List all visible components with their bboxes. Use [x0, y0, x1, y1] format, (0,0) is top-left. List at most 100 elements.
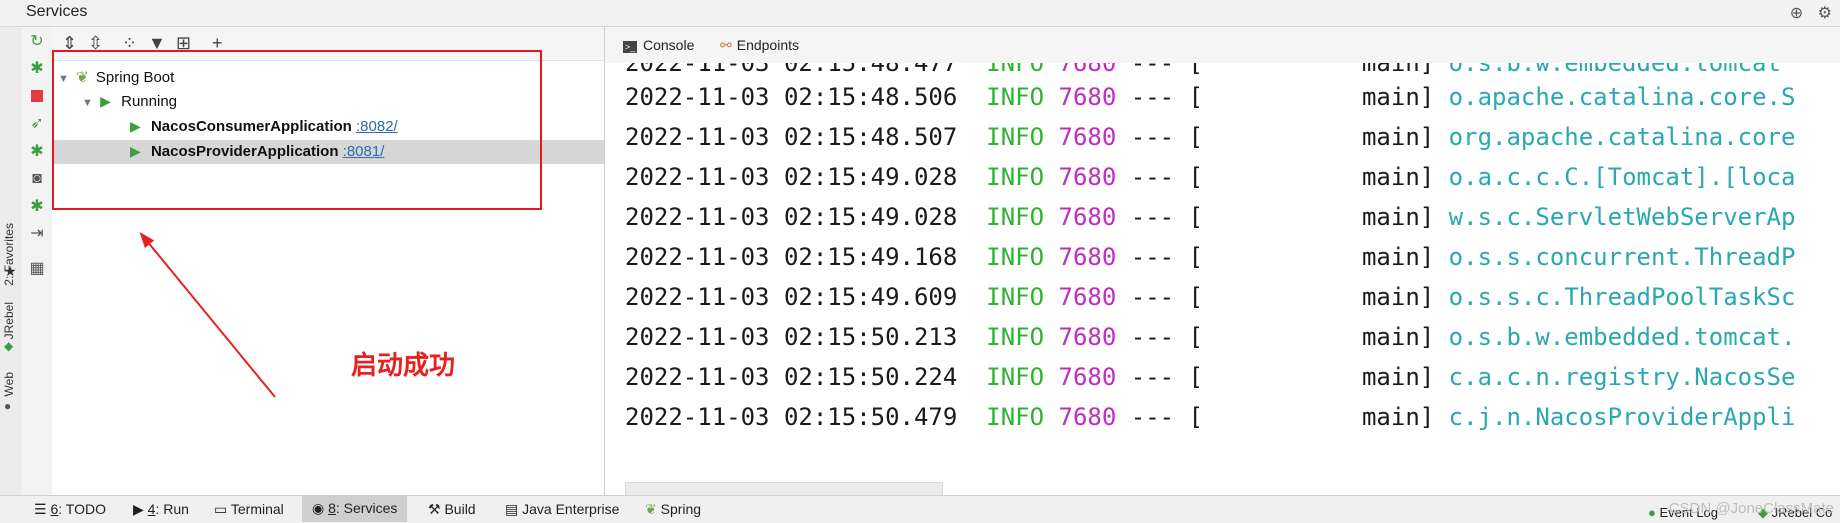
- console-output[interactable]: 2022-11-03 02:15:48.477 INFO 7680 --- [ …: [605, 63, 1840, 495]
- log-line-partial: 2022-11-03 02:15:48.477 INFO 7680 --- [ …: [625, 63, 1781, 77]
- log-bracket: [: [1188, 323, 1204, 351]
- tab-build[interactable]: ⚒ Build: [428, 501, 476, 518]
- log-pid: 7680: [1058, 323, 1117, 351]
- log-thread: main]: [1361, 403, 1435, 431]
- endpoints-icon: ⚯: [720, 37, 732, 53]
- log-line: 2022-11-03 02:15:50.479 INFO 7680 --- [ …: [625, 403, 1795, 431]
- log-logger: o.s.b.w.embedded.tomcat.: [1448, 323, 1796, 351]
- log-thread: main]: [1361, 363, 1435, 391]
- log-separator: ---: [1130, 243, 1175, 271]
- log-logger: o.apache.catalina.core.S: [1448, 83, 1796, 111]
- hammer-icon: ⚒: [428, 501, 445, 517]
- tab-label: Java Enterprise: [522, 501, 620, 517]
- tab-console[interactable]: >_ Console: [623, 37, 694, 53]
- run-icon: ▶: [133, 501, 148, 517]
- gear-icon[interactable]: ⚙: [1818, 5, 1832, 22]
- log-level: INFO: [986, 203, 1045, 231]
- camera-icon[interactable]: ◙: [28, 170, 46, 188]
- log-logger: org.apache.catalina.core: [1448, 123, 1796, 151]
- log-bracket: [: [1188, 363, 1204, 391]
- tab-label: Endpoints: [736, 37, 800, 53]
- log-bracket: [: [1188, 203, 1204, 231]
- log-level: INFO: [986, 163, 1045, 191]
- tab-label: Spring: [660, 501, 702, 517]
- tab-terminal[interactable]: ▭ Terminal: [214, 501, 284, 518]
- annotation-highlight-box: [52, 50, 542, 210]
- log-thread: main]: [1361, 83, 1435, 111]
- globe-icon[interactable]: ⊕: [1790, 5, 1803, 22]
- event-log-icon: ●: [1648, 505, 1660, 520]
- services-actions: ↻ ✱ ➶ ✱ ◙ ✱ ⇥ ▦: [22, 27, 53, 495]
- log-bracket: [: [1188, 163, 1204, 191]
- console-tab-bar: >_ Console ⚯ Endpoints: [605, 27, 1840, 64]
- log-pid: 7680: [1058, 403, 1117, 431]
- log-level: INFO: [986, 123, 1045, 151]
- tab-todo[interactable]: ☰ 6: TODO: [34, 501, 106, 518]
- log-logger: o.s.s.concurrent.ThreadP: [1448, 243, 1796, 271]
- log-level: INFO: [986, 83, 1045, 111]
- annotation-text: 启动成功: [351, 350, 456, 380]
- log-timestamp: 2022-11-03 02:15:50.224: [625, 363, 958, 391]
- java-enterprise-icon: ▤: [505, 501, 523, 517]
- log-line: 2022-11-03 02:15:50.213 INFO 7680 --- [ …: [625, 323, 1795, 351]
- layout-icon[interactable]: ▦: [28, 260, 46, 278]
- jrebel-icon: ◆: [4, 339, 14, 353]
- rerun-icon[interactable]: ↻: [28, 33, 46, 51]
- tab-endpoints[interactable]: ⚯ Endpoints: [720, 37, 799, 54]
- log-thread: main]: [1361, 203, 1435, 231]
- services-icon: ◉: [312, 500, 329, 516]
- log-logger: o.s.s.c.ThreadPoolTaskSc: [1448, 283, 1796, 311]
- tab-number: 8: [328, 500, 336, 516]
- log-timestamp: 2022-11-03 02:15:50.479: [625, 403, 958, 431]
- tab-services[interactable]: ◉ 8: Services: [302, 495, 408, 522]
- log-thread: main]: [1361, 123, 1435, 151]
- log-separator: ---: [1130, 83, 1175, 111]
- star-icon: ★: [4, 263, 17, 279]
- log-thread: main]: [1361, 323, 1435, 351]
- log-level: INFO: [986, 403, 1045, 431]
- log-line: 2022-11-03 02:15:50.224 INFO 7680 --- [ …: [625, 363, 1795, 391]
- attach-icon[interactable]: ✱: [28, 198, 46, 216]
- log-separator: ---: [1130, 123, 1175, 151]
- log-level: INFO: [986, 243, 1045, 271]
- log-bracket: [: [1188, 83, 1204, 111]
- left-tool-stripe: 2: Favorites ★ JRebel ◆ Web ●: [0, 27, 23, 495]
- log-separator: ---: [1130, 363, 1175, 391]
- log-level: INFO: [986, 283, 1045, 311]
- log-timestamp: 2022-11-03 02:15:50.213: [625, 323, 958, 351]
- debug-config-icon[interactable]: ✱: [28, 143, 46, 161]
- login-icon[interactable]: ⇥: [28, 225, 46, 243]
- jrebel-tab[interactable]: JRebel: [2, 302, 16, 339]
- web-tab[interactable]: Web: [2, 372, 16, 396]
- log-line: 2022-11-03 02:15:49.028 INFO 7680 --- [ …: [625, 203, 1795, 231]
- log-line: 2022-11-03 02:15:48.507 INFO 7680 --- [ …: [625, 123, 1795, 151]
- stop-icon[interactable]: [28, 87, 46, 105]
- log-separator: ---: [1130, 323, 1175, 351]
- tab-label: : Run: [155, 501, 189, 517]
- log-level: INFO: [986, 363, 1045, 391]
- tab-label: Console: [643, 37, 695, 53]
- tab-spring[interactable]: ❦ Spring: [645, 501, 701, 518]
- log-separator: ---: [1130, 203, 1175, 231]
- log-timestamp: 2022-11-03 02:15:49.609: [625, 283, 958, 311]
- log-bracket: [: [1188, 283, 1204, 311]
- debug-icon[interactable]: ✱: [28, 60, 46, 78]
- log-bracket: [: [1188, 403, 1204, 431]
- window-title: Services: [26, 3, 88, 20]
- log-timestamp: 2022-11-03 02:15:48.506: [625, 83, 958, 111]
- run-config-icon[interactable]: ➶: [28, 115, 46, 133]
- console-icon: >_: [623, 41, 637, 53]
- tab-java-enterprise[interactable]: ▤ Java Enterprise: [505, 501, 619, 518]
- log-bracket: [: [1188, 123, 1204, 151]
- log-separator: ---: [1130, 283, 1175, 311]
- title-actions: ⊕ ⚙: [1790, 3, 1832, 23]
- log-timestamp: 2022-11-03 02:15:49.028: [625, 163, 958, 191]
- web-icon: ●: [4, 399, 12, 413]
- todo-icon: ☰: [34, 501, 51, 517]
- log-bracket: [: [1188, 243, 1204, 271]
- log-logger: c.j.n.NacosProviderAppli: [1448, 403, 1796, 431]
- log-line: 2022-11-03 02:15:48.506 INFO 7680 --- [ …: [625, 83, 1795, 111]
- log-timestamp: 2022-11-03 02:15:48.507: [625, 123, 958, 151]
- log-logger: c.a.c.n.registry.NacosSe: [1448, 363, 1796, 391]
- tab-run[interactable]: ▶ 4: Run: [133, 501, 189, 518]
